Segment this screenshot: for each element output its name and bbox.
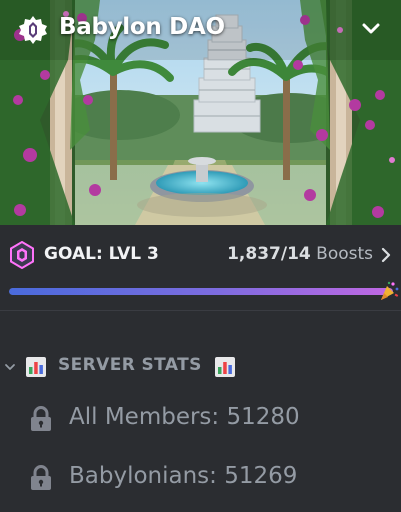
- category-label: SERVER STATS: [58, 355, 202, 375]
- boost-gem-icon: [10, 241, 34, 269]
- server-banner: Babylon DAO: [0, 0, 401, 225]
- channel-name[interactable]: All Members: 51280: [69, 404, 300, 430]
- boost-goal-panel[interactable]: [0, 225, 401, 310]
- partner-badge-icon: [19, 16, 47, 44]
- chevron-down-icon[interactable]: [356, 14, 386, 44]
- channel-name[interactable]: Babylonians: 51269: [69, 463, 297, 489]
- boost-progress-bar: [9, 288, 393, 295]
- divider: [0, 310, 401, 311]
- lock-icon: [31, 465, 51, 490]
- chevron-down-icon[interactable]: [4, 361, 16, 373]
- chevron-right-icon[interactable]: [380, 245, 392, 265]
- boost-count-current: 1,837: [227, 244, 281, 264]
- party-popper-icon: [381, 281, 399, 300]
- bar-chart-icon: [26, 357, 46, 377]
- boost-count: 1,837/14 Boosts: [227, 244, 373, 264]
- boost-goal-label: GOAL: LVL 3: [44, 244, 159, 264]
- boost-count-unit: Boosts: [316, 244, 373, 264]
- bar-chart-icon: [215, 357, 235, 377]
- boost-count-target: /14: [280, 244, 311, 264]
- server-name[interactable]: Babylon DAO: [59, 14, 225, 40]
- lock-icon: [31, 406, 51, 431]
- boost-progress-fill: [9, 288, 393, 295]
- server-header[interactable]: Babylon DAO: [0, 0, 401, 60]
